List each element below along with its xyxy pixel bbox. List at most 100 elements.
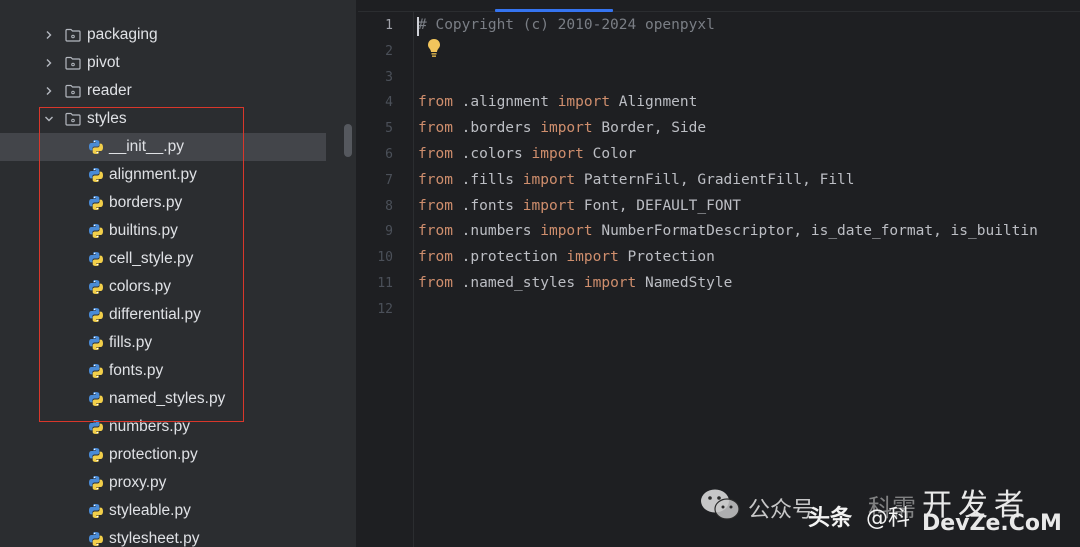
tree-file-row[interactable]: builtins.py [0,217,326,245]
line-number: 6 [385,147,393,162]
python-file-icon [88,503,104,519]
code-token: .fonts [452,197,523,214]
tree-folder-row[interactable]: styles [0,105,326,133]
tree-file-row[interactable]: protection.py [0,441,326,469]
line-number: 9 [385,224,393,240]
tree-file-row[interactable]: fonts.py [0,357,326,385]
tree-item-label: styles [87,110,127,127]
code-keyword: import [522,197,576,214]
python-file-icon [88,363,104,379]
tree-item-label: stylesheet.py [109,530,200,547]
code-line[interactable]: from .numbers import NumberFormatDescrip… [418,223,1038,239]
chevron-right-icon[interactable] [41,83,57,99]
code-keyword: from [418,120,453,137]
tree-file-row[interactable]: numbers.py [0,413,326,441]
tree-item-label: fonts.py [109,362,164,379]
tree-item-label: alignment.py [109,166,197,183]
code-line[interactable]: from .fonts import Font, DEFAULT_FONT [418,198,741,214]
watermark-site-en: DevZe.CoM [922,511,1062,536]
code-keyword: from [418,94,453,111]
code-keyword: import [557,94,611,111]
tree-scrollbar-track[interactable] [342,0,354,547]
python-file-icon [88,167,104,183]
tree-item-label: colors.py [109,278,172,295]
line-number: 8 [385,198,393,214]
python-file-icon [88,139,104,155]
line-number: 2 [385,43,393,59]
line-number: 12 [377,301,393,317]
tree-file-row[interactable]: named_styles.py [0,385,326,413]
code-line[interactable]: from .fills import PatternFill, Gradient… [418,172,855,188]
line-number: 7 [385,172,393,188]
code-keyword: import [540,223,593,240]
code-editor[interactable]: 1 2 3 4 5 6 7 8 9 10 11 12 # Copyright (c) 2010-202… [358,0,1080,547]
chevron-right-icon[interactable] [41,55,57,71]
line-number: 1 [385,18,393,33]
code-token: .named_styles [452,275,584,291]
tree-item-label: fills.py [109,334,153,351]
code-keyword: from [418,249,453,266]
active-tab-indicator[interactable] [495,9,613,12]
python-file-icon [88,335,104,351]
tree-file-row[interactable]: stylesheet.py [0,525,326,547]
tree-item-label: protection.py [109,446,198,463]
python-file-icon [88,279,104,295]
wechat-logo-icon [701,489,740,520]
code-token: .numbers [452,223,541,240]
chevron-right-icon[interactable] [41,27,57,43]
python-file-icon [88,531,104,547]
tree-file-row[interactable]: __init__.py [0,133,326,161]
watermark-toutiao-label: 头条 [808,506,853,531]
tree-folder-row[interactable]: packaging [0,21,326,49]
tree-item-label: differential.py [109,306,201,323]
tree-folder-row[interactable]: reader [0,77,326,105]
tree-file-row[interactable]: fills.py [0,329,326,357]
code-line[interactable]: from .protection import Protection [418,249,715,265]
code-keyword: from [418,223,453,240]
code-line[interactable]: # Copyright (c) 2010-2024 openpyxl [418,17,715,33]
tree-item-label: borders.py [109,194,183,211]
code-keyword: from [418,171,453,188]
code-line[interactable]: from .named_styles import NamedStyle [418,275,732,291]
tree-file-row[interactable]: styleable.py [0,497,326,525]
python-file-icon [88,391,104,407]
tree-item-label: numbers.py [109,418,190,435]
python-file-icon [88,307,104,323]
code-token: Protection [618,249,715,266]
tree-folder-row[interactable]: pivot [0,49,326,77]
code-token: Alignment [610,94,698,111]
code-line[interactable]: from .alignment import Alignment [418,94,697,110]
editor-tab-strip [358,0,1080,12]
code-token: Font, DEFAULT_FONT [575,197,742,214]
watermark-at-handle: @科 [866,506,911,531]
code-line[interactable]: from .colors import Color [418,146,636,162]
tree-file-row[interactable]: colors.py [0,273,326,301]
tree-file-row[interactable]: alignment.py [0,161,326,189]
code-token: Color [583,146,637,162]
chevron-down-icon[interactable] [41,111,57,127]
folder-icon [65,56,81,70]
python-file-icon [88,475,104,491]
code-keyword: from [418,197,453,214]
code-keyword: from [418,146,453,162]
tree-file-row[interactable]: differential.py [0,301,326,329]
tree-file-row[interactable]: proxy.py [0,469,326,497]
code-token: .colors [452,146,532,162]
python-file-icon [88,195,104,211]
intention-bulb-icon[interactable] [426,38,442,58]
tree-file-row[interactable]: cell_style.py [0,245,326,273]
tree-item-label: packaging [87,26,158,43]
code-line[interactable]: from .borders import Border, Side [418,120,706,136]
python-file-icon [88,251,104,267]
tree-file-row[interactable]: borders.py [0,189,326,217]
code-keyword: import [566,249,619,266]
tree-item-label: styleable.py [109,502,191,519]
code-keyword: import [522,171,576,188]
python-file-icon [88,419,104,435]
line-number: 4 [385,95,393,111]
code-token: PatternFill, GradientFill, Fill [575,171,855,188]
line-number: 11 [377,276,393,291]
code-token: NamedStyle [636,275,733,291]
code-token: .alignment [452,94,558,111]
tree-scrollbar-thumb[interactable] [344,124,352,157]
